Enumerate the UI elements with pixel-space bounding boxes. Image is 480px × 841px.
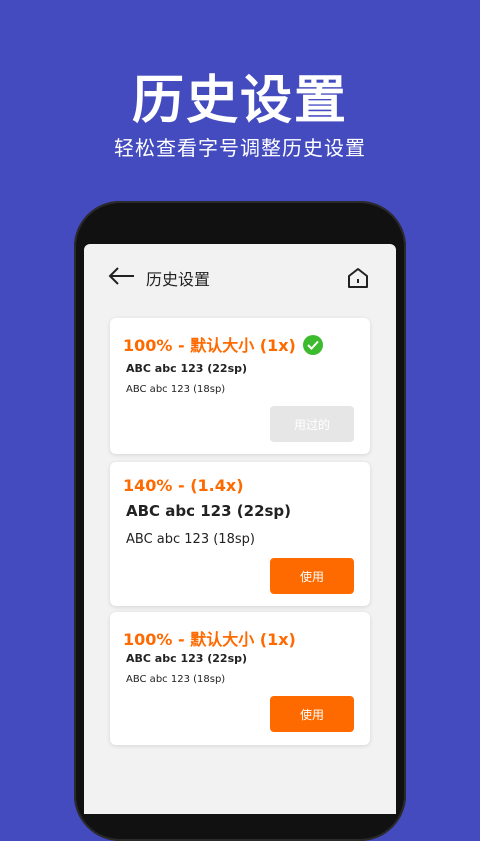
sample-text-small: ABC abc 123 (18sp): [126, 532, 255, 547]
hero-subtitle: 轻松查看字号调整历史设置: [114, 136, 366, 160]
home-icon[interactable]: [346, 266, 370, 290]
size-option-card: 140% - (1.4x) ABC abc 123 (22sp) ABC abc…: [110, 462, 370, 606]
sample-text-small: ABC abc 123 (18sp): [126, 384, 226, 395]
sample-text-small: ABC abc 123 (18sp): [126, 674, 226, 685]
use-button[interactable]: 使用: [270, 558, 354, 594]
check-circle-icon: [303, 335, 323, 355]
use-button[interactable]: 使用: [270, 696, 354, 732]
hero-title: 历史设置: [131, 71, 348, 131]
size-option-heading: 100% - 默认大小 (1x): [123, 630, 296, 649]
size-option-heading: 140% - (1.4x): [123, 476, 244, 495]
used-button[interactable]: 用过的: [270, 406, 354, 442]
page-title: 历史设置: [146, 270, 211, 289]
sample-text-large: ABC abc 123 (22sp): [126, 362, 248, 375]
top-bar: 历史设置: [84, 244, 396, 304]
app-screen: 历史设置 100% - 默认大小 (1x) ABC abc 123 (22sp)…: [84, 244, 396, 814]
sample-text-large: ABC abc 123 (22sp): [126, 652, 248, 665]
sample-text-large: ABC abc 123 (22sp): [126, 502, 292, 520]
arrow-left-icon[interactable]: [108, 266, 136, 286]
size-option-card: 100% - 默认大小 (1x) ABC abc 123 (22sp) ABC …: [110, 318, 370, 454]
size-option-card: 100% - 默认大小 (1x) ABC abc 123 (22sp) ABC …: [110, 612, 370, 745]
size-option-heading: 100% - 默认大小 (1x): [123, 336, 296, 355]
